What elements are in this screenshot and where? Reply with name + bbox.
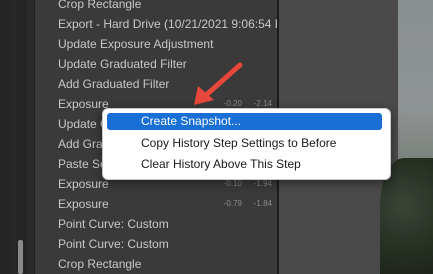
history-item-label: Exposure [58, 177, 109, 191]
history-item-label: Point Curve: Custom [58, 217, 169, 231]
history-item-old-value: -0.79 [223, 199, 242, 208]
history-item[interactable]: Point Curve: Custom [35, 214, 278, 234]
history-item[interactable]: Update Exposure Adjustment [35, 34, 278, 54]
history-context-menu: Create Snapshot... Copy History Step Set… [102, 108, 391, 180]
history-item-label: Add Graduated Filter [58, 77, 170, 91]
history-item-new-value: -1.84 [253, 199, 272, 208]
history-item[interactable]: Point Curve: Custom [35, 234, 278, 254]
history-item-label: Crop Rectangle [58, 0, 142, 11]
history-scrollbar[interactable] [15, 0, 27, 274]
left-edge [0, 0, 14, 274]
history-item-label: Export - Hard Drive (10/21/2021 9:06:54 … [58, 17, 297, 31]
history-item-label: Point Curve: Custom [58, 237, 169, 251]
menu-item-label: Copy History Step Settings to Before [141, 136, 337, 150]
scrollbar-thumb[interactable] [18, 240, 23, 274]
history-item-label: Update Exposure Adjustment [58, 37, 214, 51]
history-item-label: Exposure [58, 197, 109, 211]
history-item[interactable]: Crop Rectangle [35, 0, 278, 14]
annotation-arrow-icon [194, 62, 243, 105]
menu-item-copy-history-step[interactable]: Copy History Step Settings to Before [107, 135, 382, 152]
menu-item-label: Create Snapshot... [141, 114, 242, 128]
history-item-label: Update Graduated Filter [58, 57, 187, 71]
history-item[interactable]: Export - Hard Drive (10/21/2021 9:06:54 … [35, 14, 297, 34]
lightroom-history-screen: Crop Rectangle Export - Hard Drive (10/2… [0, 0, 433, 274]
history-item-label: Exposure [58, 97, 109, 111]
history-item[interactable]: Exposure -0.79 -1.84 [35, 194, 278, 214]
menu-item-create-snapshot[interactable]: Create Snapshot... [107, 113, 382, 130]
history-item-label: Crop Rectangle [58, 257, 142, 271]
menu-item-clear-history-above[interactable]: Clear History Above This Step [107, 156, 382, 173]
history-item[interactable]: Crop Rectangle [35, 254, 278, 274]
menu-item-label: Clear History Above This Step [141, 157, 301, 171]
